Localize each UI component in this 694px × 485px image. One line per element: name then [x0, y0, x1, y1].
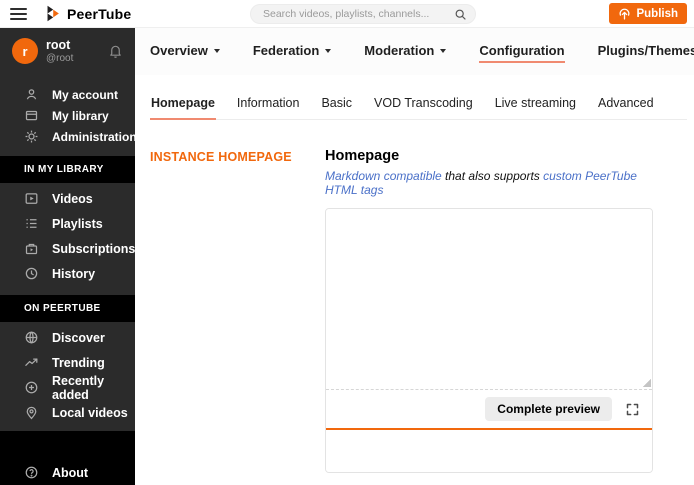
user-icon: [24, 87, 39, 102]
admin-nav-overview[interactable]: Overview: [150, 40, 220, 63]
admin-nav-plugins-themes[interactable]: Plugins/Themes: [598, 40, 694, 63]
admin-nav-federation[interactable]: Federation: [253, 40, 332, 63]
chevron-down-icon: [325, 49, 332, 53]
sidebar-item-label: Administration: [52, 129, 135, 144]
sidebar-item-local-videos[interactable]: Local videos: [0, 400, 135, 425]
question-circle-icon: [24, 465, 39, 480]
upload-icon: [619, 8, 630, 20]
footer-links: Contact Help FAQ Stats API: [0, 480, 135, 485]
globe-icon: [24, 330, 39, 345]
sidebar-item-label: Playlists: [52, 216, 103, 231]
homepage-form: INSTANCE HOMEPAGE Homepage Markdown comp…: [150, 148, 687, 473]
preview-pane: [326, 430, 652, 472]
section-title-on-peertube: ON PEERTUBE: [0, 295, 135, 322]
markdown-editor: Complete preview: [325, 208, 653, 473]
homepage-field-label: Homepage: [325, 148, 400, 164]
homepage-editor-textarea[interactable]: [326, 209, 652, 390]
admin-nav: Overview Federation Moderation Configura…: [135, 28, 694, 75]
account-nav: My account My library Administration: [0, 84, 135, 147]
markdown-compatible-link[interactable]: Markdown compatible: [325, 169, 442, 183]
gear-icon: [24, 129, 39, 144]
tab-basic[interactable]: Basic: [320, 92, 353, 120]
publish-label: Publish: [636, 7, 678, 20]
sidebar-item-my-account[interactable]: My account: [0, 84, 135, 105]
sidebar-item-administration[interactable]: Administration: [0, 126, 135, 147]
sidebar-item-label: Discover: [52, 330, 105, 345]
markdown-hint: Markdown compatible that also supports c…: [325, 169, 637, 197]
section-title-in-my-library: IN MY LIBRARY: [0, 156, 135, 183]
tab-advanced[interactable]: Advanced: [597, 92, 655, 120]
notifications-bell-icon[interactable]: [108, 43, 123, 59]
library-nav: Videos Playlists Subscriptions History: [0, 183, 135, 286]
admin-nav-configuration[interactable]: Configuration: [479, 40, 565, 63]
user-name: root: [46, 38, 71, 53]
user-handle: @root: [46, 52, 74, 64]
config-tabs: Homepage Information Basic VOD Transcodi…: [150, 92, 687, 120]
user-menu[interactable]: r root @root: [0, 28, 135, 72]
instance-homepage-title: INSTANCE HOMEPAGE: [150, 150, 292, 164]
sidebar-footer: About Contact Help FAQ Stats API powered…: [0, 431, 135, 485]
sidebar-item-label: Subscriptions: [52, 241, 135, 256]
search-icon[interactable]: [454, 8, 467, 21]
sidebar-item-discover[interactable]: Discover: [0, 325, 135, 350]
sidebar-item-recently-added[interactable]: Recently added: [0, 373, 135, 402]
sidebar-item-label: Recently added: [52, 373, 105, 402]
maximize-icon[interactable]: [625, 402, 640, 417]
sidebar-item-playlists[interactable]: Playlists: [0, 211, 135, 236]
tab-homepage[interactable]: Homepage: [150, 92, 216, 120]
history-icon: [24, 266, 39, 281]
sidebar-item-label: Videos: [52, 191, 93, 206]
sidebar-item-videos[interactable]: Videos: [0, 186, 135, 211]
sidebar-item-label: Trending: [52, 355, 105, 370]
peertube-app: PeerTube Publish r root @root: [0, 0, 694, 485]
sidebar-item-subscriptions[interactable]: Subscriptions: [0, 236, 135, 261]
peertube-nav: Discover Trending Recently added Local v…: [0, 322, 135, 425]
chevron-down-icon: [440, 49, 447, 53]
tab-live-streaming[interactable]: Live streaming: [494, 92, 577, 120]
video-icon: [24, 191, 39, 206]
complete-preview-button[interactable]: Complete preview: [485, 397, 612, 421]
trending-icon: [24, 355, 39, 370]
peertube-home-link[interactable]: PeerTube: [44, 5, 131, 22]
tab-vod-transcoding[interactable]: VOD Transcoding: [373, 92, 474, 120]
peertube-logo-icon: [44, 5, 61, 22]
textarea-resize-handle[interactable]: [642, 378, 651, 387]
sidebar-item-label: About: [52, 465, 89, 480]
sidebar-item-label: My account: [52, 87, 119, 102]
search-box: [250, 4, 476, 24]
sidebar-item-label: Local videos: [52, 405, 128, 420]
avatar[interactable]: r: [12, 38, 38, 64]
search-input[interactable]: [263, 8, 454, 20]
sidebar-item-about[interactable]: About: [0, 465, 135, 480]
sidebar-item-label: History: [52, 266, 96, 281]
sidebar-item-trending[interactable]: Trending: [0, 350, 135, 375]
menu-toggle-button[interactable]: [10, 7, 27, 20]
chevron-down-icon: [213, 49, 220, 53]
sidebar-item-label: My library: [52, 108, 109, 123]
brand-name: PeerTube: [67, 5, 132, 22]
sidebar-item-my-library[interactable]: My library: [0, 105, 135, 126]
subscriptions-icon: [24, 241, 39, 256]
config-content: Homepage Information Basic VOD Transcodi…: [135, 75, 694, 485]
sidebar: r root @root My account My library Admin…: [0, 28, 135, 485]
publish-button[interactable]: Publish: [609, 3, 687, 24]
admin-nav-moderation[interactable]: Moderation: [364, 40, 447, 63]
map-pin-icon: [24, 405, 39, 420]
main-area: Overview Federation Moderation Configura…: [135, 28, 694, 485]
plus-circle-icon: [24, 380, 39, 395]
top-header: PeerTube Publish: [0, 0, 694, 28]
library-icon: [24, 108, 39, 123]
tab-information[interactable]: Information: [236, 92, 301, 120]
playlist-icon: [24, 216, 39, 231]
sidebar-item-history[interactable]: History: [0, 261, 135, 286]
